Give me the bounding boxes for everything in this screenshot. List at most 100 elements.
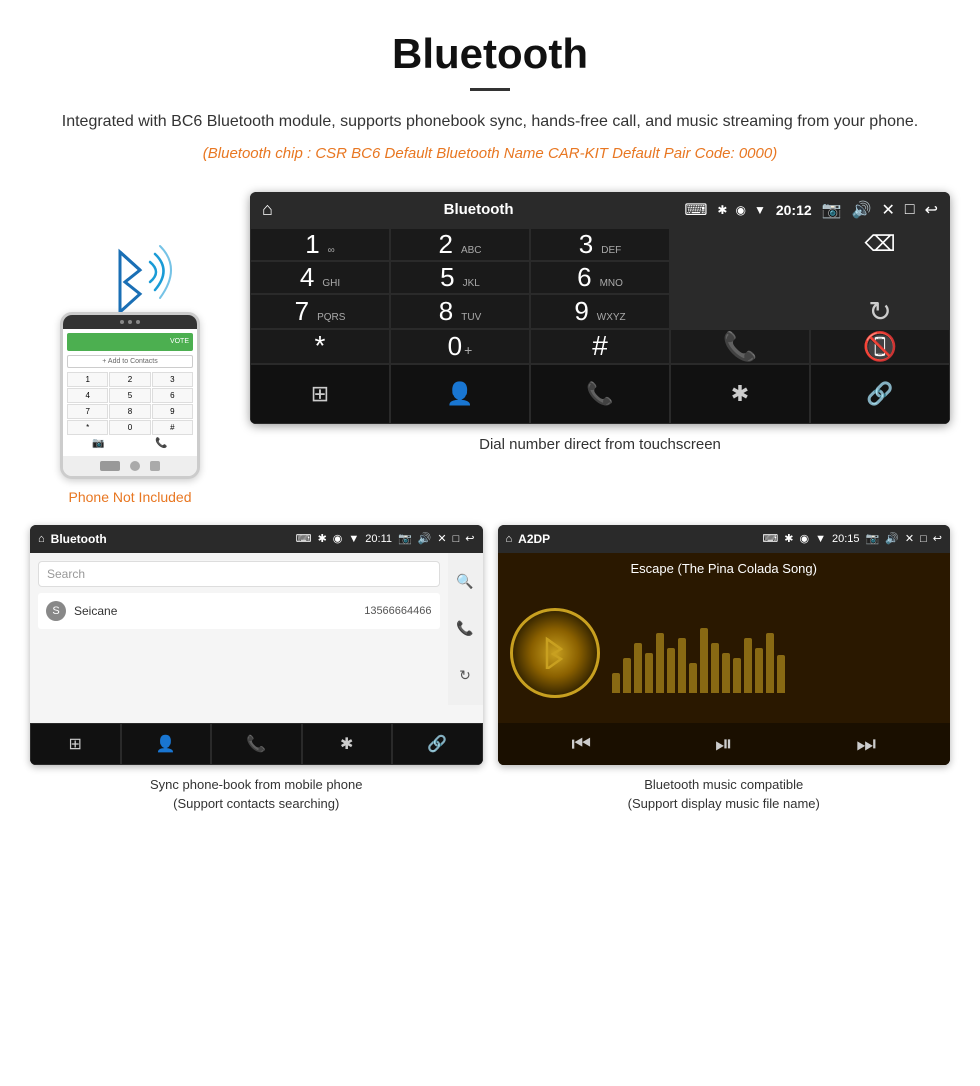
contact-name: Seicane [74, 604, 364, 618]
visualizer-bar [612, 673, 620, 693]
dial-key-1[interactable]: 1∞ [250, 228, 390, 261]
music-caption: Bluetooth music compatible (Support disp… [498, 775, 951, 814]
pb-screen-icon: □ [453, 533, 460, 545]
dial-empty-1 [670, 228, 810, 261]
close-icon: ✕ [882, 200, 895, 220]
dial-call-green[interactable]: 📞 [670, 329, 810, 364]
mu-loc-icon: ◉ [799, 532, 809, 545]
pb-call-icon[interactable]: 📞 [456, 620, 473, 637]
dial-empty-4 [670, 294, 810, 329]
bluetooth-status-icon: ✱ [717, 203, 727, 217]
music-bt-icon [535, 629, 575, 677]
music-song-title: Escape (The Pina Colada Song) [498, 553, 951, 584]
mu-time: 20:15 [832, 533, 860, 545]
dial-call-red[interactable]: 📵 [810, 329, 950, 364]
pb-bottom-phone[interactable]: 📞 [211, 723, 302, 765]
dial-backspace[interactable]: ⌫ [810, 228, 950, 261]
pb-cam-icon: 📷 [398, 532, 412, 545]
dial-key-0[interactable]: 0+ [390, 329, 530, 364]
dial-key-4[interactable]: 4GHI [250, 261, 390, 294]
pb-close-icon: ✕ [437, 532, 446, 545]
mu-vol-icon: 🔊 [885, 532, 899, 545]
visualizer-bar [623, 658, 631, 693]
mu-title: A2DP [518, 532, 756, 546]
dial-bottom-link[interactable]: 🔗 [810, 364, 950, 424]
pb-search-icon[interactable]: 🔍 [456, 573, 473, 590]
music-content [498, 584, 951, 723]
dial-bottom-bluetooth[interactable]: ✱ [670, 364, 810, 424]
dial-key-3[interactable]: 3DEF [530, 228, 670, 261]
mu-back-icon: ↩ [933, 532, 942, 545]
next-track-icon[interactable]: ⏭ [856, 731, 876, 757]
mu-usb-icon: ⌨ [762, 532, 778, 545]
main-screen-title: Bluetooth [283, 201, 674, 218]
main-content: VOTE + Add to Contacts 1 2 3 4 5 6 7 8 9… [0, 182, 980, 515]
pb-signal-icon: ▼ [348, 533, 359, 545]
car-screen-main: ⌂ Bluetooth ⌨ ✱ ◉ ▼ 20:12 📷 🔊 ✕ □ ↩ [250, 192, 950, 463]
dial-key-7[interactable]: 7PQRS [250, 294, 390, 329]
home-icon: ⌂ [262, 199, 273, 220]
dial-key-6[interactable]: 6MNO [530, 261, 670, 294]
phone-green-bar: VOTE [67, 333, 193, 351]
phone-dialpad: 1 2 3 4 5 6 7 8 9 * 0 # [67, 372, 193, 435]
visualizer-bar [645, 653, 653, 693]
dial-bottom-grid[interactable]: ⊞ [250, 364, 390, 424]
pb-bottom-user[interactable]: 👤 [121, 723, 212, 765]
phone-add-contact: + Add to Contacts [67, 355, 193, 368]
main-car-screen: ⌂ Bluetooth ⌨ ✱ ◉ ▼ 20:12 📷 🔊 ✕ □ ↩ [250, 192, 950, 424]
mu-bt-icon: ✱ [784, 532, 793, 545]
visualizer-bar [656, 633, 664, 693]
pb-bottom-link[interactable]: 🔗 [392, 723, 483, 765]
dial-bottom-contacts[interactable]: 👤 [390, 364, 530, 424]
dial-key-2[interactable]: 2ABC [390, 228, 530, 261]
visualizer-bar [733, 658, 741, 693]
dial-key-5[interactable]: 5JKL [390, 261, 530, 294]
pb-refresh-icon[interactable]: ↻ [459, 667, 471, 684]
main-status-bar: ⌂ Bluetooth ⌨ ✱ ◉ ▼ 20:12 📷 🔊 ✕ □ ↩ [250, 192, 950, 228]
phonebook-status-bar: ⌂ Bluetooth ⌨ ✱ ◉ ▼ 20:11 📷 🔊 ✕ □ ↩ [30, 525, 483, 553]
mu-home-icon: ⌂ [506, 533, 513, 545]
pb-bottom-grid[interactable]: ⊞ [30, 723, 121, 765]
dial-key-8[interactable]: 8TUV [390, 294, 530, 329]
dial-key-9[interactable]: 9WXYZ [530, 294, 670, 329]
location-icon: ◉ [735, 203, 745, 217]
pb-loc-icon: ◉ [333, 532, 343, 545]
phonebook-bottom-bar: ⊞ 👤 📞 ✱ 🔗 [30, 723, 483, 765]
mu-close-icon: ✕ [905, 532, 914, 545]
phone-bottom-bar [63, 456, 197, 476]
music-section: ⌂ A2DP ⌨ ✱ ◉ ▼ 20:15 📷 🔊 ✕ □ ↩ Escape (T… [498, 525, 951, 814]
dial-key-hash[interactable]: # [530, 329, 670, 364]
pb-usb-icon: ⌨ [296, 532, 312, 545]
dial-key-star[interactable]: * [250, 329, 390, 364]
dial-refresh[interactable]: ↻ [810, 294, 950, 329]
status-icons: ✱ ◉ ▼ [717, 203, 765, 217]
dial-empty-3 [810, 261, 950, 294]
visualizer-bar [766, 633, 774, 693]
volume-icon: 🔊 [852, 200, 872, 220]
prev-track-icon[interactable]: ⏮ [571, 731, 591, 757]
dial-caption: Dial number direct from touchscreen [250, 436, 950, 463]
music-body: Escape (The Pina Colada Song) ⏮ [498, 553, 951, 765]
visualizer-bar [744, 638, 752, 693]
pb-title: Bluetooth [51, 532, 290, 546]
page-title: Bluetooth [60, 30, 920, 78]
visualizer-bar [634, 643, 642, 693]
dial-grid: 1∞ 2ABC 3DEF ⌫ 4G [250, 228, 950, 424]
pb-bottom-bt[interactable]: ✱ [302, 723, 393, 765]
play-pause-icon[interactable]: ⏯ [715, 731, 733, 757]
title-divider [470, 88, 510, 91]
search-bar[interactable]: Search [38, 561, 440, 587]
phone-screen: VOTE + Add to Contacts 1 2 3 4 5 6 7 8 9… [63, 329, 197, 456]
header-section: Bluetooth Integrated with BC6 Bluetooth … [0, 0, 980, 182]
contact-number: 13566664466 [364, 605, 431, 617]
dial-bottom-phone[interactable]: 📞 [530, 364, 670, 424]
music-status-bar: ⌂ A2DP ⌨ ✱ ◉ ▼ 20:15 📷 🔊 ✕ □ ↩ [498, 525, 951, 553]
phone-mockup: VOTE + Add to Contacts 1 2 3 4 5 6 7 8 9… [60, 312, 200, 479]
music-screen: ⌂ A2DP ⌨ ✱ ◉ ▼ 20:15 📷 🔊 ✕ □ ↩ Escape (T… [498, 525, 951, 765]
pb-home-icon: ⌂ [38, 533, 45, 545]
signal-icon: ▼ [754, 203, 766, 217]
header-specs: (Bluetooth chip : CSR BC6 Default Blueto… [60, 145, 920, 162]
contact-row[interactable]: S Seicane 13566664466 [38, 593, 440, 629]
usb-icon: ⌨ [684, 200, 707, 220]
mu-signal-icon: ▼ [815, 533, 826, 545]
